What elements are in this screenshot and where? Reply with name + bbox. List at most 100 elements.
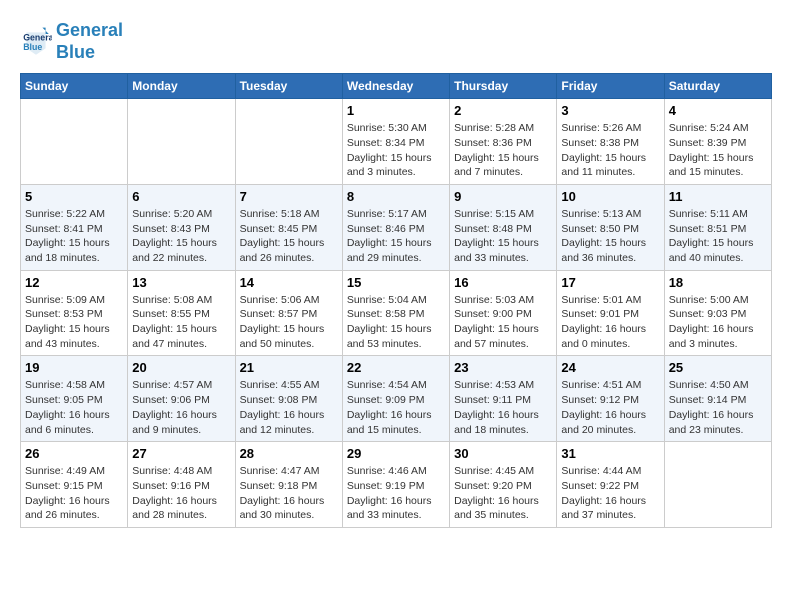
day-number: 23 [454, 360, 552, 375]
day-info: Sunrise: 4:49 AM Sunset: 9:15 PM Dayligh… [25, 464, 123, 523]
calendar-cell: 25 Sunrise: 4:50 AM Sunset: 9:14 PM Dayli… [664, 356, 771, 442]
day-number: 31 [561, 446, 659, 461]
weekday-header-monday: Monday [128, 74, 235, 99]
calendar-cell: 7 Sunrise: 5:18 AM Sunset: 8:45 PM Daylig… [235, 184, 342, 270]
calendar-cell: 24 Sunrise: 4:51 AM Sunset: 9:12 PM Dayli… [557, 356, 664, 442]
svg-text:Blue: Blue [23, 42, 42, 52]
calendar-cell: 9 Sunrise: 5:15 AM Sunset: 8:48 PM Daylig… [450, 184, 557, 270]
day-info: Sunrise: 5:08 AM Sunset: 8:55 PM Dayligh… [132, 293, 230, 352]
day-info: Sunrise: 5:04 AM Sunset: 8:58 PM Dayligh… [347, 293, 445, 352]
day-info: Sunrise: 5:11 AM Sunset: 8:51 PM Dayligh… [669, 207, 767, 266]
day-info: Sunrise: 4:47 AM Sunset: 9:18 PM Dayligh… [240, 464, 338, 523]
week-row-3: 12 Sunrise: 5:09 AM Sunset: 8:53 PM Dayli… [21, 270, 772, 356]
calendar-cell: 5 Sunrise: 5:22 AM Sunset: 8:41 PM Daylig… [21, 184, 128, 270]
day-info: Sunrise: 5:03 AM Sunset: 9:00 PM Dayligh… [454, 293, 552, 352]
calendar-cell [128, 99, 235, 185]
calendar-cell: 8Sunrise: 5:17 AM Sunset: 8:46 PM Daylig… [342, 184, 449, 270]
weekday-header-thursday: Thursday [450, 74, 557, 99]
calendar-table: SundayMondayTuesdayWednesdayThursdayFrid… [20, 73, 772, 528]
calendar-cell: 19Sunrise: 4:58 AM Sunset: 9:05 PM Dayli… [21, 356, 128, 442]
logo-icon: General Blue [20, 26, 52, 58]
calendar-cell: 12 Sunrise: 5:09 AM Sunset: 8:53 PM Dayli… [21, 270, 128, 356]
day-info: Sunrise: 5:26 AM Sunset: 8:38 PM Dayligh… [561, 121, 659, 180]
day-number: 25 [669, 360, 767, 375]
calendar-cell: 6Sunrise: 5:20 AM Sunset: 8:43 PM Daylig… [128, 184, 235, 270]
day-info: Sunrise: 5:22 AM Sunset: 8:41 PM Dayligh… [25, 207, 123, 266]
day-info: Sunrise: 5:24 AM Sunset: 8:39 PM Dayligh… [669, 121, 767, 180]
calendar-cell: 14 Sunrise: 5:06 AM Sunset: 8:57 PM Dayli… [235, 270, 342, 356]
day-number: 21 [240, 360, 338, 375]
day-info: Sunrise: 4:48 AM Sunset: 9:16 PM Dayligh… [132, 464, 230, 523]
day-number: 6 [132, 189, 230, 204]
day-number: 5 [25, 189, 123, 204]
day-number: 27 [132, 446, 230, 461]
calendar-cell: 15 Sunrise: 5:04 AM Sunset: 8:58 PM Dayli… [342, 270, 449, 356]
week-row-2: 5 Sunrise: 5:22 AM Sunset: 8:41 PM Daylig… [21, 184, 772, 270]
day-number: 28 [240, 446, 338, 461]
day-info: Sunrise: 4:53 AM Sunset: 9:11 PM Dayligh… [454, 378, 552, 437]
day-number: 4 [669, 103, 767, 118]
calendar-cell: 31 Sunrise: 4:44 AM Sunset: 9:22 PM Dayli… [557, 442, 664, 528]
calendar-cell: 1 Sunrise: 5:30 AM Sunset: 8:34 PM Daylig… [342, 99, 449, 185]
calendar-cell: 29 Sunrise: 4:46 AM Sunset: 9:19 PM Dayli… [342, 442, 449, 528]
day-number: 26 [25, 446, 123, 461]
day-info: Sunrise: 4:51 AM Sunset: 9:12 PM Dayligh… [561, 378, 659, 437]
day-number: 16 [454, 275, 552, 290]
day-number: 1 [347, 103, 445, 118]
day-info: Sunrise: 4:44 AM Sunset: 9:22 PM Dayligh… [561, 464, 659, 523]
calendar-cell [664, 442, 771, 528]
weekday-header-friday: Friday [557, 74, 664, 99]
weekday-header-tuesday: Tuesday [235, 74, 342, 99]
calendar-cell: 4 Sunrise: 5:24 AM Sunset: 8:39 PM Daylig… [664, 99, 771, 185]
logo-text: General [56, 20, 123, 42]
weekday-header-row: SundayMondayTuesdayWednesdayThursdayFrid… [21, 74, 772, 99]
day-number: 29 [347, 446, 445, 461]
weekday-header-saturday: Saturday [664, 74, 771, 99]
day-info: Sunrise: 4:54 AM Sunset: 9:09 PM Dayligh… [347, 378, 445, 437]
day-info: Sunrise: 4:55 AM Sunset: 9:08 PM Dayligh… [240, 378, 338, 437]
day-info: Sunrise: 5:06 AM Sunset: 8:57 PM Dayligh… [240, 293, 338, 352]
day-info: Sunrise: 5:28 AM Sunset: 8:36 PM Dayligh… [454, 121, 552, 180]
day-number: 3 [561, 103, 659, 118]
day-number: 10 [561, 189, 659, 204]
day-number: 7 [240, 189, 338, 204]
logo: General Blue General Blue [20, 20, 123, 63]
day-number: 22 [347, 360, 445, 375]
day-info: Sunrise: 5:01 AM Sunset: 9:01 PM Dayligh… [561, 293, 659, 352]
day-number: 24 [561, 360, 659, 375]
day-info: Sunrise: 4:58 AM Sunset: 9:05 PM Dayligh… [25, 378, 123, 437]
week-row-1: 1 Sunrise: 5:30 AM Sunset: 8:34 PM Daylig… [21, 99, 772, 185]
day-number: 15 [347, 275, 445, 290]
calendar-cell: 22 Sunrise: 4:54 AM Sunset: 9:09 PM Dayli… [342, 356, 449, 442]
calendar-cell: 11 Sunrise: 5:11 AM Sunset: 8:51 PM Dayli… [664, 184, 771, 270]
day-info: Sunrise: 5:18 AM Sunset: 8:45 PM Dayligh… [240, 207, 338, 266]
day-info: Sunrise: 4:57 AM Sunset: 9:06 PM Dayligh… [132, 378, 230, 437]
day-number: 13 [132, 275, 230, 290]
weekday-header-wednesday: Wednesday [342, 74, 449, 99]
day-number: 9 [454, 189, 552, 204]
calendar-cell [235, 99, 342, 185]
calendar-cell: 26 Sunrise: 4:49 AM Sunset: 9:15 PM Dayli… [21, 442, 128, 528]
calendar-cell: 28 Sunrise: 4:47 AM Sunset: 9:18 PM Dayli… [235, 442, 342, 528]
day-number: 8 [347, 189, 445, 204]
day-info: Sunrise: 4:50 AM Sunset: 9:14 PM Dayligh… [669, 378, 767, 437]
day-info: Sunrise: 5:15 AM Sunset: 8:48 PM Dayligh… [454, 207, 552, 266]
day-info: Sunrise: 4:45 AM Sunset: 9:20 PM Dayligh… [454, 464, 552, 523]
calendar-cell [21, 99, 128, 185]
day-info: Sunrise: 5:30 AM Sunset: 8:34 PM Dayligh… [347, 121, 445, 180]
calendar-cell: 2 Sunrise: 5:28 AM Sunset: 8:36 PM Daylig… [450, 99, 557, 185]
day-number: 2 [454, 103, 552, 118]
day-number: 12 [25, 275, 123, 290]
day-info: Sunrise: 5:00 AM Sunset: 9:03 PM Dayligh… [669, 293, 767, 352]
week-row-4: 19Sunrise: 4:58 AM Sunset: 9:05 PM Dayli… [21, 356, 772, 442]
day-number: 14 [240, 275, 338, 290]
day-number: 11 [669, 189, 767, 204]
calendar-cell: 18Sunrise: 5:00 AM Sunset: 9:03 PM Dayli… [664, 270, 771, 356]
week-row-5: 26 Sunrise: 4:49 AM Sunset: 9:15 PM Dayli… [21, 442, 772, 528]
calendar-cell: 20Sunrise: 4:57 AM Sunset: 9:06 PM Dayli… [128, 356, 235, 442]
day-number: 17 [561, 275, 659, 290]
day-info: Sunrise: 4:46 AM Sunset: 9:19 PM Dayligh… [347, 464, 445, 523]
calendar-cell: 16 Sunrise: 5:03 AM Sunset: 9:00 PM Dayli… [450, 270, 557, 356]
day-info: Sunrise: 5:09 AM Sunset: 8:53 PM Dayligh… [25, 293, 123, 352]
calendar-cell: 30Sunrise: 4:45 AM Sunset: 9:20 PM Dayli… [450, 442, 557, 528]
